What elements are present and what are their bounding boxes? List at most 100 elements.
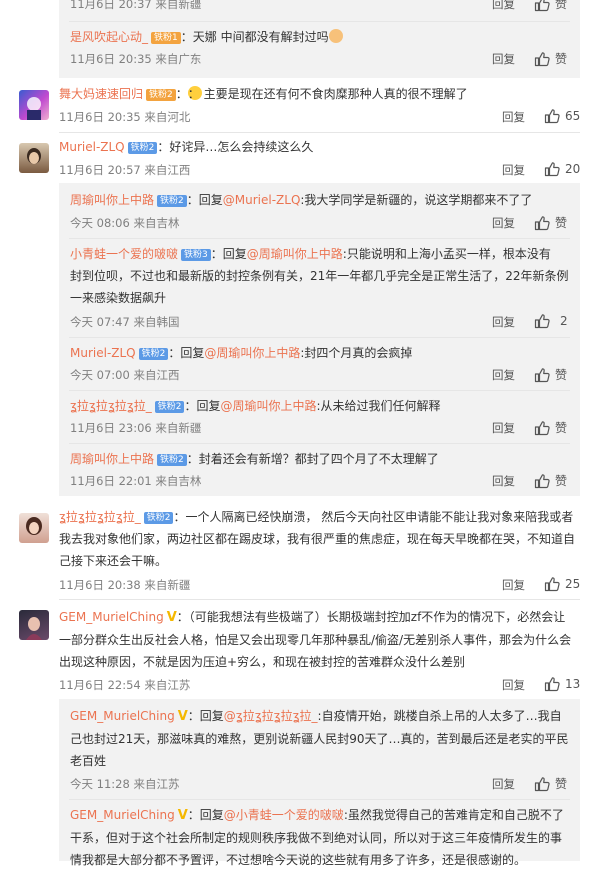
reply-button[interactable]: 回复: [492, 0, 515, 12]
reply-text: ʓ拉ʓ拉ʓ拉ʓ拉_ 铁粉2 ：回复@周瑜叫你上中路:从未给过我们任何解释: [70, 399, 441, 413]
reply-button[interactable]: 回复: [492, 314, 515, 330]
like-button[interactable]: 2: [534, 313, 568, 329]
reply-button[interactable]: 回复: [502, 577, 525, 593]
reply-button[interactable]: 回复: [492, 420, 515, 436]
mention-link[interactable]: @小青蛙一个爱的啵啵: [224, 808, 344, 822]
timestamp: 今天 07:47 来自韩国: [70, 315, 180, 329]
comment-text: GEM_MurielChing V：（可能我想法有些极端了）长期极端封控加zf不作…: [59, 606, 581, 673]
like-label: 赞: [555, 474, 568, 488]
like-button[interactable]: 赞: [534, 214, 567, 231]
mention-link[interactable]: @周瑜叫你上中路: [204, 346, 300, 360]
reply-text: 周瑜叫你上中路 铁粉2 ：回复@Muriel-ZLQ:我大学同学是新疆的，说这学期都…: [70, 193, 533, 207]
avatar[interactable]: [19, 513, 49, 543]
timestamp: 今天 07:00 来自江西: [70, 368, 180, 382]
like-button[interactable]: 赞: [534, 0, 567, 12]
thumbs-up-icon: [534, 473, 550, 488]
reply-button[interactable]: 回复: [502, 677, 525, 693]
like-label: 赞: [555, 216, 568, 230]
reply-button[interactable]: 回复: [492, 51, 515, 67]
divider: [69, 390, 570, 391]
username[interactable]: ʓ拉ʓ拉ʓ拉ʓ拉_: [59, 510, 141, 524]
verified-v-icon: V: [166, 610, 177, 625]
reply-button[interactable]: 回复: [502, 109, 525, 125]
mention-link[interactable]: @ʓ拉ʓ拉ʓ拉ʓ拉_: [224, 709, 318, 723]
thumbs-up-icon: [534, 367, 550, 382]
avatar[interactable]: [19, 610, 49, 640]
timestamp: 11月6日 22:54 来自江苏: [59, 678, 191, 692]
verified-v-icon: V: [177, 808, 188, 823]
like-label: 赞: [555, 52, 568, 66]
reply-button[interactable]: 回复: [502, 162, 525, 178]
username[interactable]: GEM_MurielChing: [70, 808, 175, 822]
timestamp: 11月6日 20:35 来自广东: [70, 52, 202, 66]
like-label: 赞: [555, 777, 568, 791]
like-button[interactable]: 20: [544, 161, 580, 177]
avatar[interactable]: [19, 143, 49, 173]
fan-badge: 铁粉2: [127, 142, 158, 154]
mention-link[interactable]: @周瑜叫你上中路: [220, 399, 316, 413]
reply-button[interactable]: 回复: [492, 367, 515, 383]
reply-button[interactable]: 回复: [492, 776, 515, 792]
reply-button[interactable]: 回复: [492, 473, 515, 489]
timestamp: 11月6日 20:57 来自江西: [59, 163, 191, 177]
like-button[interactable]: 赞: [534, 472, 567, 489]
mention-link[interactable]: @周瑜叫你上中路: [247, 247, 343, 261]
comment-text: ʓ拉ʓ拉ʓ拉ʓ拉_ 铁粉2 ：一个人隔离已经快崩溃， 然后今天向社区申请能不能让我对…: [59, 510, 576, 568]
comment-text: Muriel-ZLQ 铁粉2 ：好诧异…怎么会持续这么久: [59, 140, 314, 154]
comment-text: 是风吹起心动_ 铁粉1 ：天娜 中间都没有解封过吗: [70, 26, 343, 48]
avatar-image: [27, 97, 41, 120]
fan-badge: 铁粉2: [154, 401, 185, 413]
fan-badge: 铁粉3: [181, 249, 211, 261]
comment-text: 舞大妈速速回归 铁粉2：： 主要是现在还有何不食肉糜那种人真的很不理解了: [59, 86, 468, 101]
username[interactable]: Muriel-ZLQ: [70, 346, 136, 360]
fan-badge: 铁粉2: [146, 89, 176, 101]
username[interactable]: 周瑜叫你上中路: [70, 452, 154, 466]
timestamp: 今天 11:28 来自江苏: [70, 777, 180, 791]
like-button[interactable]: 赞: [534, 775, 567, 792]
like-label: 赞: [555, 0, 568, 11]
username[interactable]: 是风吹起心动_: [70, 30, 148, 44]
reply-block: 11月6日 20:37 来自新疆 回复 赞 是风吹起心动_ 铁粉1 ：天娜 中间都没…: [59, 0, 580, 78]
like-count: 2: [560, 314, 568, 328]
reply-text: 小青蛙一个爱的啵啵 铁粉3 ：回复@周瑜叫你上中路:只能说明和上海小孟买一样，根本没…: [70, 247, 569, 305]
like-button[interactable]: 赞: [534, 50, 567, 67]
thumbs-up-icon: [544, 677, 560, 692]
divider: [69, 799, 570, 800]
reply-text: Muriel-ZLQ 铁粉2 ：回复@周瑜叫你上中路:封四个月真的会疯掉: [70, 346, 413, 360]
fan-badge: 铁粉2: [138, 348, 169, 360]
like-count: 25: [565, 577, 581, 591]
thumbs-up-icon: [534, 0, 550, 11]
fan-badge: 铁粉2: [157, 195, 187, 207]
reply-block: 周瑜叫你上中路 铁粉2 ：回复@Muriel-ZLQ:我大学同学是新疆的，说这学期都…: [59, 183, 580, 496]
username[interactable]: Muriel-ZLQ: [59, 140, 125, 154]
like-count: 20: [565, 162, 581, 176]
avatar[interactable]: [19, 90, 49, 120]
like-count: 13: [565, 677, 581, 691]
mention-link[interactable]: @Muriel-ZLQ: [223, 193, 301, 207]
username[interactable]: GEM_MurielChing: [59, 610, 164, 624]
timestamp: 11月6日 22:01 来自吉林: [70, 474, 202, 488]
username[interactable]: 舞大妈速速回归: [59, 87, 143, 101]
like-button[interactable]: 赞: [534, 366, 567, 383]
avatar-image: [26, 517, 42, 535]
like-button[interactable]: 13: [544, 676, 580, 692]
like-button[interactable]: 赞: [534, 419, 567, 436]
fan-badge: 铁粉2: [143, 512, 174, 524]
username[interactable]: ʓ拉ʓ拉ʓ拉ʓ拉_: [70, 399, 152, 413]
thumbs-up-icon: [534, 420, 550, 435]
reply-button[interactable]: 回复: [492, 215, 515, 231]
like-button[interactable]: 25: [544, 576, 580, 592]
fan-badge: 铁粉2: [157, 454, 187, 466]
timestamp: 今天 08:06 来自吉林: [70, 216, 180, 230]
avatar-image: [26, 617, 42, 640]
like-label: 赞: [555, 368, 568, 382]
like-button[interactable]: 65: [544, 108, 580, 124]
thumbs-up-icon: [534, 776, 550, 791]
username[interactable]: GEM_MurielChing: [70, 709, 175, 723]
username[interactable]: 小青蛙一个爱的啵啵: [70, 247, 178, 261]
thumbs-up-icon: [534, 51, 550, 66]
thumbs-up-icon: [534, 215, 550, 230]
divider: [69, 238, 570, 239]
username[interactable]: 周瑜叫你上中路: [70, 193, 154, 207]
timestamp: 11月6日 20:35 来自河北: [59, 110, 191, 124]
